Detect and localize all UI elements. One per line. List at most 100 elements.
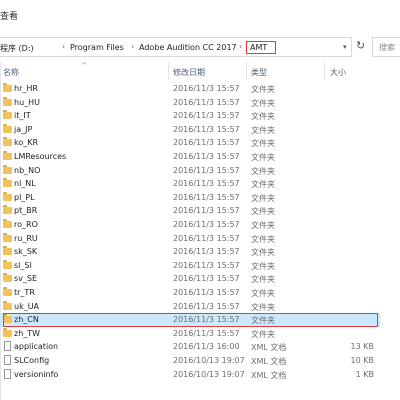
modified-date: 2016/11/3 15:57 [173, 165, 240, 175]
folder-icon [3, 151, 12, 160]
list-item[interactable]: sk_SK 2016/11/3 15:57 文件夹 [0, 245, 380, 259]
column-size[interactable]: 大小 [330, 67, 346, 78]
list-item[interactable]: ro_RO 2016/11/3 15:57 文件夹 [0, 218, 380, 232]
list-item[interactable]: zh_TW 2016/11/3 15:57 文件夹 [0, 327, 380, 341]
folder-icon [3, 287, 12, 296]
file-icon [4, 355, 11, 365]
file-type: XML 文档 [251, 343, 287, 353]
modified-date: 2016/11/3 15:57 [173, 138, 240, 148]
modified-date: 2016/11/3 15:57 [173, 260, 240, 270]
breadcrumb-program-files[interactable]: Program Files [70, 43, 124, 52]
breadcrumb-adobe-audition[interactable]: Adobe Audition CC 2017 [139, 43, 237, 52]
modified-date: 2016/11/3 15:57 [173, 220, 240, 229]
file-type: 文件夹 [251, 166, 275, 176]
folder-icon [3, 246, 12, 256]
modified-date: 2016/10/13 19:07 [173, 369, 245, 379]
file-name: hr_HR [14, 84, 38, 93]
list-item[interactable]: hr_HR 2016/11/3 15:57 文件夹 [0, 82, 380, 96]
modified-date: 2016/11/3 15:57 [173, 179, 240, 189]
file-type: 文件夹 [251, 275, 275, 285]
refresh-icon[interactable]: ↻ [356, 39, 365, 52]
column-divider[interactable] [168, 62, 169, 80]
file-type: 文件夹 [251, 234, 275, 244]
sort-up-icon: ^ [81, 61, 88, 70]
search-input[interactable]: 搜索 [372, 37, 400, 57]
column-divider[interactable] [324, 62, 325, 80]
list-item[interactable]: pl_PL 2016/11/3 15:57 文件夹 [0, 191, 380, 205]
highlight-box-selected [3, 312, 378, 327]
folder-icon [3, 164, 12, 174]
folder-icon [3, 137, 12, 147]
list-item[interactable]: uk_UA 2016/11/3 15:57 文件夹 [0, 300, 380, 314]
list-item[interactable]: LMResources 2016/11/3 15:57 文件夹 [0, 150, 380, 164]
file-type: 文件夹 [251, 289, 275, 298]
menu-bar: 查看 [0, 0, 400, 28]
file-name: pt_BR [14, 206, 38, 216]
list-item[interactable]: versioninfo 2016/10/13 19:07 XML 文档 1 KB [0, 368, 380, 382]
file-type: 文件夹 [251, 302, 275, 312]
column-divider[interactable] [246, 62, 247, 80]
file-name: versioninfo [14, 369, 59, 379]
file-type: 文件夹 [251, 139, 275, 149]
file-type: 文件夹 [251, 221, 275, 230]
column-type[interactable]: 类型 [251, 67, 267, 78]
file-size: 1 KB [355, 369, 374, 379]
highlight-box-amt [246, 41, 276, 54]
list-item[interactable]: hu_HU 2016/11/3 15:57 文件夹 [0, 96, 380, 110]
list-item[interactable]: application 2016/11/3 16:00 XML 文档 13 KB [0, 340, 380, 354]
folder-icon [3, 219, 12, 228]
list-item[interactable]: nb_NO 2016/11/3 15:57 文件夹 [0, 164, 380, 178]
file-size: 13 KB [350, 342, 374, 352]
list-item[interactable]: nl_NL 2016/11/3 15:57 文件夹 [0, 177, 380, 191]
modified-date: 2016/11/3 15:57 [173, 328, 240, 338]
file-type: 文件夹 [251, 207, 275, 217]
file-type: XML 文档 [251, 357, 287, 366]
file-type: 文件夹 [251, 98, 275, 108]
file-name: pl_PL [14, 192, 35, 202]
folder-icon [3, 83, 12, 92]
folder-icon [3, 300, 12, 310]
modified-date: 2016/11/3 15:57 [173, 233, 240, 243]
file-name: sk_SK [14, 247, 38, 257]
file-name: it_IT [14, 111, 31, 121]
modified-date: 2016/11/3 15:57 [173, 152, 240, 161]
list-item[interactable]: ko_KR 2016/11/3 15:57 文件夹 [0, 136, 380, 150]
list-item[interactable]: ru_RU 2016/11/3 15:57 文件夹 [0, 232, 380, 246]
list-item[interactable]: SLConfig 2016/10/13 19:07 XML 文档 10 KB [0, 354, 380, 368]
folder-icon [3, 232, 12, 242]
chevron-right-icon[interactable]: › [239, 42, 242, 51]
chevron-right-icon[interactable]: › [62, 42, 65, 51]
menu-view[interactable]: 查看 [0, 9, 18, 22]
modified-date: 2016/11/3 15:57 [173, 206, 240, 216]
list-item[interactable]: sl_SI 2016/11/3 15:57 文件夹 [0, 259, 380, 273]
column-date[interactable]: 修改日期 [173, 67, 205, 78]
modified-date: 2016/11/3 15:57 [173, 84, 240, 93]
file-name: nb_NO [14, 165, 41, 175]
file-name: hu_HU [14, 97, 41, 107]
scrollbar-area[interactable] [390, 80, 400, 400]
folder-icon [3, 96, 12, 106]
list-item[interactable]: sv_SE 2016/11/3 15:57 文件夹 [0, 272, 380, 286]
modified-date: 2016/11/3 15:57 [173, 124, 240, 134]
column-name[interactable]: 名称 [3, 67, 19, 78]
file-name: LMResources [14, 152, 67, 161]
file-type: XML 文档 [251, 370, 287, 380]
list-item[interactable]: it_IT 2016/11/3 15:57 文件夹 [0, 109, 380, 123]
file-name: sl_SI [14, 260, 32, 270]
file-type: 文件夹 [251, 85, 275, 94]
list-item[interactable]: ja_JP 2016/11/3 15:57 文件夹 [0, 123, 380, 137]
file-name: nl_NL [14, 179, 36, 189]
file-name: tr_TR [14, 288, 35, 297]
folder-icon [3, 327, 12, 337]
file-type: 文件夹 [251, 112, 275, 122]
list-item[interactable]: tr_TR 2016/11/3 15:57 文件夹 [0, 286, 380, 300]
chevron-down-icon[interactable]: ▾ [343, 43, 347, 51]
breadcrumb-drive[interactable]: 程序 (D:) [0, 43, 34, 54]
list-item[interactable]: pt_BR 2016/11/3 15:57 文件夹 [0, 204, 380, 218]
modified-date: 2016/11/3 15:57 [173, 274, 240, 284]
folder-icon [3, 178, 12, 188]
file-size: 10 KB [350, 356, 374, 365]
address-bar: 程序 (D:) › Program Files › Adobe Audition… [0, 36, 400, 58]
address-box[interactable]: 程序 (D:) › Program Files › Adobe Audition… [0, 37, 352, 57]
chevron-right-icon[interactable]: › [131, 42, 134, 51]
